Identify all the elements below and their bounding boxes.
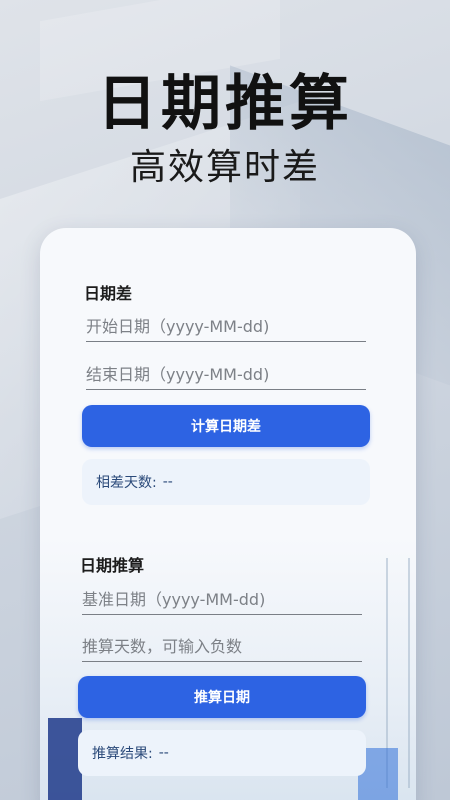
date-calc-title: 日期推算 [80, 556, 145, 575]
calculate-diff-button[interactable]: 计算日期差 [82, 405, 370, 447]
base-date-input[interactable]: 基准日期（yyyy-MM-dd) [82, 581, 362, 615]
date-calc-result-label: 推算结果: [92, 746, 153, 762]
building-illustration [48, 718, 82, 800]
start-date-input[interactable]: 开始日期（yyyy-MM-dd) [86, 308, 366, 342]
date-diff-result: 相差天数: -- [82, 459, 370, 505]
offset-days-placeholder: 推算天数，可输入负数 [82, 636, 243, 656]
phone-mockup: 日期差 开始日期（yyyy-MM-dd) 结束日期（yyyy-MM-dd) 计算… [40, 228, 416, 800]
hero-title: 日期推算 [97, 69, 353, 139]
end-date-placeholder: 结束日期（yyyy-MM-dd) [86, 364, 270, 384]
date-diff-result-value: -- [162, 474, 173, 490]
hero-subtitle: 高效算时差 [129, 147, 320, 188]
end-date-input[interactable]: 结束日期（yyyy-MM-dd) [86, 356, 366, 390]
calculate-date-button[interactable]: 推算日期 [78, 676, 366, 718]
date-calc-result-value: -- [158, 745, 169, 761]
base-date-placeholder: 基准日期（yyyy-MM-dd) [82, 589, 266, 609]
date-diff-result-label: 相差天数: [96, 475, 157, 491]
offset-days-input[interactable]: 推算天数，可输入负数 [82, 628, 362, 662]
date-calc-result: 推算结果: -- [78, 730, 366, 776]
date-diff-title: 日期差 [84, 284, 133, 303]
start-date-placeholder: 开始日期（yyyy-MM-dd) [86, 316, 270, 336]
